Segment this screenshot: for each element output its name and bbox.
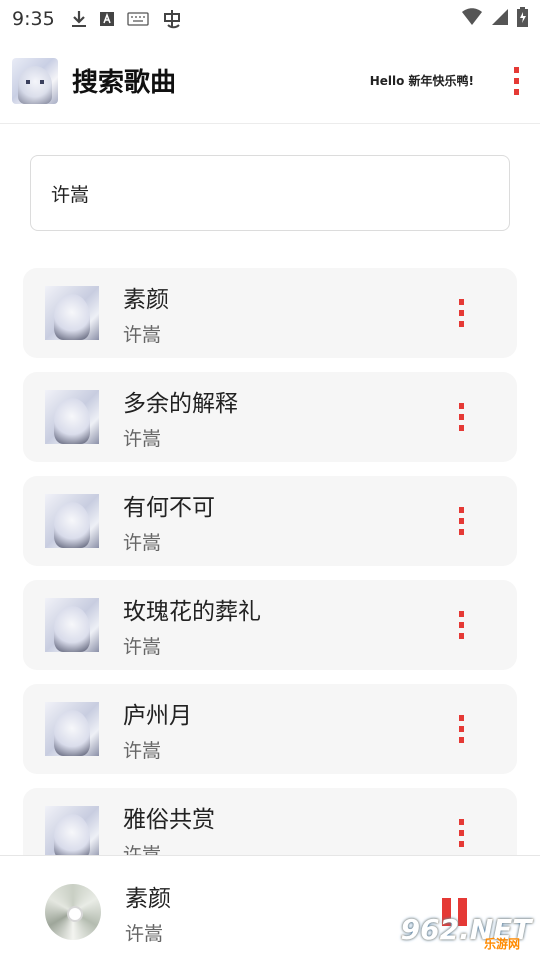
status-bar: 9:35 xyxy=(0,0,540,38)
album-disc-icon xyxy=(45,884,101,940)
download-icon xyxy=(71,10,87,28)
song-more-icon[interactable] xyxy=(449,295,473,331)
now-playing-bar[interactable]: 素颜 许嵩 962.NET 乐游网 xyxy=(0,855,540,960)
status-left-icons xyxy=(71,8,183,30)
page-title: 搜索歌曲 xyxy=(72,68,177,98)
greeting-text: Hello 新年快乐鸭! xyxy=(369,74,474,88)
song-artist: 许嵩 xyxy=(123,427,162,450)
song-item[interactable]: 多余的解释 许嵩 xyxy=(23,372,517,462)
song-title: 庐州月 xyxy=(123,702,192,729)
song-artist: 许嵩 xyxy=(123,635,162,658)
song-title: 玫瑰花的葬礼 xyxy=(123,598,261,625)
battery-icon xyxy=(517,6,528,32)
song-title: 有何不可 xyxy=(123,494,215,521)
song-cover xyxy=(45,286,99,340)
signal-icon xyxy=(491,8,509,31)
app-header: 搜索歌曲 Hello 新年快乐鸭! xyxy=(0,38,540,124)
status-time: 9:35 xyxy=(12,8,55,30)
now-playing-artist: 许嵩 xyxy=(125,922,164,945)
song-item[interactable]: 素颜 许嵩 xyxy=(23,268,517,358)
song-artist: 许嵩 xyxy=(123,323,162,346)
keyboard-a-icon xyxy=(99,11,115,27)
song-title: 多余的解释 xyxy=(123,390,238,417)
song-cover xyxy=(45,806,99,858)
song-more-icon[interactable] xyxy=(449,399,473,435)
song-artist: 许嵩 xyxy=(123,531,162,554)
song-item[interactable]: 雅俗共赏 许嵩 xyxy=(23,788,517,858)
song-more-icon[interactable] xyxy=(449,711,473,747)
search-input[interactable] xyxy=(51,182,489,204)
search-box[interactable] xyxy=(30,155,510,231)
more-menu-icon[interactable] xyxy=(504,63,528,99)
keyboard-icon xyxy=(127,12,149,26)
status-right-icons xyxy=(461,6,528,32)
song-cover xyxy=(45,390,99,444)
song-more-icon[interactable] xyxy=(449,815,473,851)
song-cover xyxy=(45,702,99,756)
user-avatar[interactable] xyxy=(12,57,58,104)
song-artist: 许嵩 xyxy=(123,739,162,762)
song-cover xyxy=(45,494,99,548)
wifi-icon xyxy=(461,7,483,31)
song-item[interactable]: 有何不可 许嵩 xyxy=(23,476,517,566)
song-item[interactable]: 庐州月 许嵩 xyxy=(23,684,517,774)
watermark-sub: 乐游网 xyxy=(483,937,520,951)
watermark-logo: 962.NET 乐游网 xyxy=(398,904,534,954)
song-list[interactable]: 素颜 许嵩 多余的解释 许嵩 有何不可 许嵩 玫瑰花的葬礼 许嵩 庐州月 许嵩 xyxy=(0,258,540,858)
now-playing-title: 素颜 xyxy=(125,885,171,912)
song-title: 素颜 xyxy=(123,286,169,313)
song-more-icon[interactable] xyxy=(449,607,473,643)
song-item[interactable]: 玫瑰花的葬礼 许嵩 xyxy=(23,580,517,670)
song-cover xyxy=(45,598,99,652)
app-icon xyxy=(161,8,183,30)
song-more-icon[interactable] xyxy=(449,503,473,539)
song-title: 雅俗共赏 xyxy=(123,806,215,833)
